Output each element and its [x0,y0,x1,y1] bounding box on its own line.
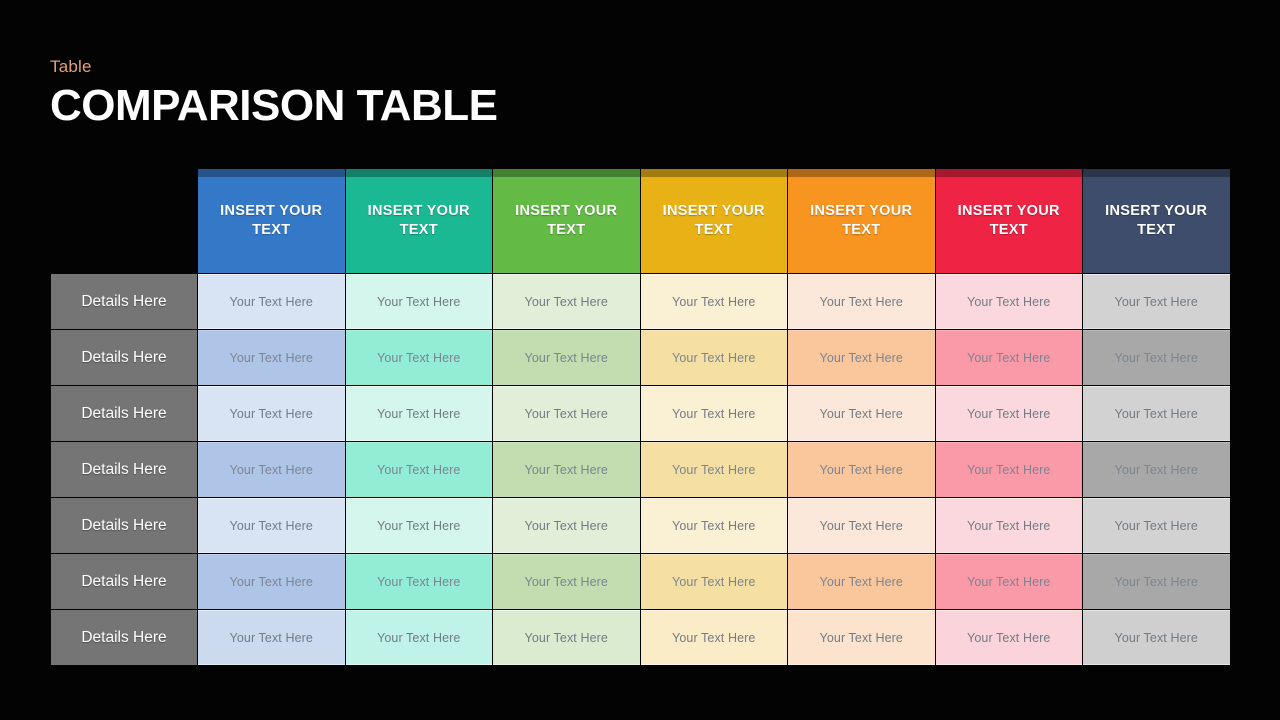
cell-r7-c5[interactable]: Your Text Here [788,610,935,665]
row-label-3[interactable]: Details Here [51,386,197,441]
cell-r2-c2[interactable]: Your Text Here [345,330,492,385]
cell-r6-c1[interactable]: Your Text Here [198,554,345,609]
cell-r6-c6[interactable]: Your Text Here [935,554,1082,609]
cell-r3-c7[interactable]: Your Text Here [1083,386,1230,441]
table-row: Details Here Your Text Here Your Text Here… [51,498,1230,553]
cell-r5-c1[interactable]: Your Text Here [198,498,345,553]
cell-r1-c1[interactable]: Your Text Here [198,274,345,329]
table-row: Details Here Your Text Here Your Text Here… [51,330,1230,385]
cell-r5-c3[interactable]: Your Text Here [493,498,640,553]
cell-r2-c4[interactable]: Your Text Here [640,330,787,385]
column-header-1[interactable]: INSERT YOUR TEXT [198,169,345,273]
cell-r4-c6[interactable]: Your Text Here [935,442,1082,497]
cell-r2-c5[interactable]: Your Text Here [788,330,935,385]
cell-r1-c3[interactable]: Your Text Here [493,274,640,329]
cell-r2-c6[interactable]: Your Text Here [935,330,1082,385]
cell-r6-c7[interactable]: Your Text Here [1083,554,1230,609]
cell-r1-c7[interactable]: Your Text Here [1083,274,1230,329]
comparison-table: INSERT YOUR TEXT INSERT YOUR TEXT INSERT Y… [50,168,1231,666]
cell-r3-c4[interactable]: Your Text Here [640,386,787,441]
column-header-5[interactable]: INSERT YOUR TEXT [788,169,935,273]
cell-r5-c4[interactable]: Your Text Here [640,498,787,553]
table-row: Details Here Your Text Here Your Text Here… [51,554,1230,609]
eyebrow-label: Table [50,57,92,76]
column-header-7[interactable]: INSERT YOUR TEXT [1083,169,1230,273]
cell-r5-c6[interactable]: Your Text Here [935,498,1082,553]
cell-r6-c4[interactable]: Your Text Here [640,554,787,609]
cell-r3-c2[interactable]: Your Text Here [345,386,492,441]
cell-r5-c7[interactable]: Your Text Here [1083,498,1230,553]
row-label-1[interactable]: Details Here [51,274,197,329]
cell-r6-c3[interactable]: Your Text Here [493,554,640,609]
column-header-label: INSERT YOUR TEXT [810,203,913,238]
cell-r2-c3[interactable]: Your Text Here [493,330,640,385]
cell-r4-c1[interactable]: Your Text Here [198,442,345,497]
cell-r7-c2[interactable]: Your Text Here [345,610,492,665]
cell-r6-c2[interactable]: Your Text Here [345,554,492,609]
cell-r6-c5[interactable]: Your Text Here [788,554,935,609]
column-header-label: INSERT YOUR TEXT [515,203,618,238]
column-header-label: INSERT YOUR TEXT [662,203,765,238]
cell-r4-c5[interactable]: Your Text Here [788,442,935,497]
cell-r3-c1[interactable]: Your Text Here [198,386,345,441]
row-label-6[interactable]: Details Here [51,554,197,609]
column-header-4[interactable]: INSERT YOUR TEXT [640,169,787,273]
title-block: Table COMPARISON TABLE [50,56,498,132]
cell-r1-c2[interactable]: Your Text Here [345,274,492,329]
cell-r4-c7[interactable]: Your Text Here [1083,442,1230,497]
cell-r4-c3[interactable]: Your Text Here [493,442,640,497]
cell-r7-c6[interactable]: Your Text Here [935,610,1082,665]
table-row: Details Here Your Text Here Your Text Here… [51,386,1230,441]
cell-r1-c6[interactable]: Your Text Here [935,274,1082,329]
row-label-2[interactable]: Details Here [51,330,197,385]
table-row: Details Here Your Text Here Your Text Here… [51,610,1230,665]
cell-r1-c5[interactable]: Your Text Here [788,274,935,329]
column-header-label: INSERT YOUR TEXT [1105,203,1208,238]
slide-canvas: Table COMPARISON TABLE INSERT YOUR TEXT I… [0,0,1280,720]
table-body: Details Here Your Text Here Your Text Here… [51,274,1230,665]
cell-r4-c4[interactable]: Your Text Here [640,442,787,497]
column-header-label: INSERT YOUR TEXT [957,203,1060,238]
page-title: COMPARISON TABLE [50,81,498,130]
cell-r7-c7[interactable]: Your Text Here [1083,610,1230,665]
column-header-label: INSERT YOUR TEXT [220,203,323,238]
column-header-6[interactable]: INSERT YOUR TEXT [935,169,1082,273]
table-row: Details Here Your Text Here Your Text Here… [51,442,1230,497]
table-header-row: INSERT YOUR TEXT INSERT YOUR TEXT INSERT Y… [51,169,1230,273]
cell-r3-c3[interactable]: Your Text Here [493,386,640,441]
cell-r7-c3[interactable]: Your Text Here [493,610,640,665]
row-label-5[interactable]: Details Here [51,498,197,553]
cell-r2-c1[interactable]: Your Text Here [198,330,345,385]
row-label-4[interactable]: Details Here [51,442,197,497]
cell-r3-c5[interactable]: Your Text Here [788,386,935,441]
cell-r7-c1[interactable]: Your Text Here [198,610,345,665]
cell-r5-c5[interactable]: Your Text Here [788,498,935,553]
table-corner-cell [51,169,197,273]
comparison-table-wrapper: INSERT YOUR TEXT INSERT YOUR TEXT INSERT Y… [50,168,1230,666]
column-header-2[interactable]: INSERT YOUR TEXT [345,169,492,273]
column-header-label: INSERT YOUR TEXT [367,203,470,238]
cell-r5-c2[interactable]: Your Text Here [345,498,492,553]
cell-r2-c7[interactable]: Your Text Here [1083,330,1230,385]
cell-r7-c4[interactable]: Your Text Here [640,610,787,665]
table-row: Details Here Your Text Here Your Text Here… [51,274,1230,329]
column-header-3[interactable]: INSERT YOUR TEXT [493,169,640,273]
cell-r1-c4[interactable]: Your Text Here [640,274,787,329]
row-label-7[interactable]: Details Here [51,610,197,665]
cell-r4-c2[interactable]: Your Text Here [345,442,492,497]
cell-r3-c6[interactable]: Your Text Here [935,386,1082,441]
